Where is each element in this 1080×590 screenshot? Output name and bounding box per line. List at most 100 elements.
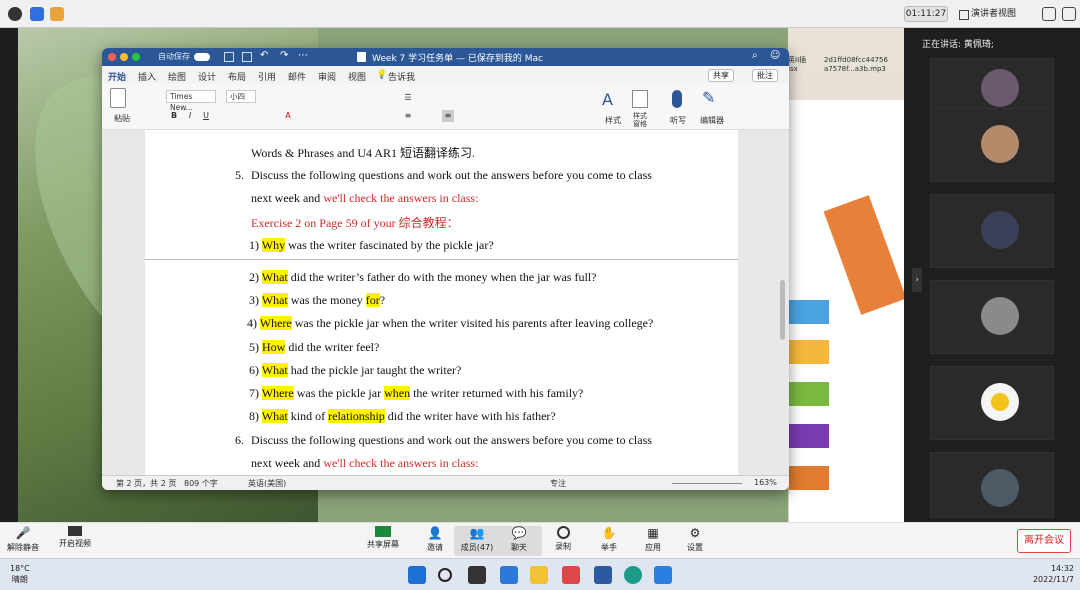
record-icon bbox=[556, 526, 570, 539]
record-button[interactable]: 录制 bbox=[540, 526, 586, 552]
account-icon[interactable]: ☺ bbox=[770, 50, 780, 61]
question-line: 6) What had the pickle jar taught the wr… bbox=[249, 363, 462, 377]
save-icon[interactable] bbox=[242, 52, 252, 62]
avatar bbox=[981, 69, 1019, 107]
italic-button[interactable]: I bbox=[184, 110, 196, 122]
text-line: Words & Phrases and U4 AR1 短语翻译练习. bbox=[251, 146, 476, 160]
microphone-icon[interactable] bbox=[672, 90, 682, 108]
font-size-box[interactable]: 小四 bbox=[226, 90, 256, 103]
font-color-button[interactable]: A bbox=[282, 110, 294, 122]
underline-button[interactable]: U bbox=[200, 110, 212, 122]
tab-mailings[interactable]: 邮件 bbox=[288, 70, 306, 83]
start-video-button[interactable]: 开启视频 bbox=[52, 526, 98, 549]
autosave-label[interactable]: 自动保存 bbox=[158, 51, 190, 62]
meeting-app-icon[interactable] bbox=[654, 566, 672, 584]
desktop-file-label-2[interactable]: 英II插 isx bbox=[788, 56, 818, 74]
meeting-top-bar: 01:11:27 演讲者视图 bbox=[0, 0, 1080, 28]
video-tile[interactable] bbox=[930, 108, 1054, 182]
weather-widget[interactable]: 18°C 晴朗 bbox=[10, 563, 30, 585]
video-tile[interactable] bbox=[930, 194, 1054, 268]
undo-icon[interactable]: ↶ bbox=[260, 50, 268, 61]
info-icon[interactable] bbox=[8, 7, 22, 21]
fullscreen-icon[interactable] bbox=[1042, 7, 1056, 21]
tab-layout[interactable]: 布局 bbox=[228, 70, 246, 83]
start-icon[interactable] bbox=[408, 566, 426, 584]
vertical-scrollbar[interactable] bbox=[780, 280, 785, 340]
video-tile[interactable] bbox=[930, 280, 1054, 354]
invite-button[interactable]: 👤 邀请 bbox=[412, 526, 458, 553]
meeting-toolbar: 🎤 解除静音 开启视频 共享屏幕 👤 邀请 👥 成员(47) 💬 聊天 录制 ✋ 举手 ▦… bbox=[0, 522, 1080, 558]
comments-button[interactable]: 批注 bbox=[752, 69, 778, 82]
home-icon[interactable] bbox=[224, 52, 234, 62]
mic-muted-icon: 🎤 bbox=[15, 526, 31, 540]
invite-icon: 👤 bbox=[427, 526, 443, 540]
store-icon[interactable] bbox=[500, 566, 518, 584]
tab-design[interactable]: 设计 bbox=[198, 70, 216, 83]
apps-icon: ▦ bbox=[647, 526, 659, 540]
app-icon[interactable] bbox=[562, 566, 580, 584]
maximize-window-icon[interactable] bbox=[132, 53, 140, 61]
powerpoint-window-behind bbox=[789, 100, 904, 522]
styles-label: 样式 bbox=[605, 116, 621, 125]
signal-icon[interactable] bbox=[50, 7, 64, 21]
list-number: 6. bbox=[235, 433, 244, 447]
shield-icon[interactable] bbox=[30, 7, 44, 21]
tab-home[interactable]: 开始 bbox=[108, 70, 126, 83]
exercise-line: Exercise 2 on Page 59 of your 综合教程： bbox=[251, 216, 459, 230]
bullets-icon[interactable]: ☰ bbox=[402, 92, 414, 104]
align-left-icon[interactable]: ≡ bbox=[402, 110, 414, 122]
settings-button[interactable]: ⚙ 设置 bbox=[672, 526, 718, 553]
app-icon-2[interactable] bbox=[594, 566, 612, 584]
share-screen-button[interactable]: 共享屏幕 bbox=[360, 526, 406, 550]
tab-insert[interactable]: 插入 bbox=[138, 70, 156, 83]
font-name-box[interactable]: Times New... bbox=[166, 90, 216, 112]
video-tile[interactable] bbox=[930, 452, 1054, 518]
tab-references[interactable]: 引用 bbox=[258, 70, 276, 83]
system-clock[interactable]: 14:32 2022/11/7 bbox=[1028, 563, 1074, 585]
folder-icon[interactable] bbox=[530, 566, 548, 584]
document-icon bbox=[357, 52, 366, 62]
justify-icon[interactable]: ≡ bbox=[442, 110, 454, 122]
more-icon[interactable]: ⋯ bbox=[298, 50, 308, 61]
unmute-button[interactable]: 🎤 解除静音 bbox=[0, 526, 46, 553]
close-window-icon[interactable] bbox=[108, 53, 116, 61]
status-language[interactable]: 英语(美国) bbox=[248, 478, 286, 489]
layout-icon[interactable] bbox=[1062, 7, 1076, 21]
styles-icon[interactable]: A bbox=[602, 90, 618, 109]
ribbon-home: 粘贴 Times New... 小四 B I U A ☰ ≡ ≡ A 样式 样式… bbox=[102, 84, 789, 130]
task-view-icon[interactable] bbox=[468, 566, 486, 584]
styles-pane-icon[interactable] bbox=[632, 90, 648, 108]
bold-button[interactable]: B bbox=[168, 110, 180, 122]
document-page[interactable]: Words & Phrases and U4 AR1 短语翻译练习. 5. Di… bbox=[145, 130, 738, 475]
status-word-count: 809 个字 bbox=[184, 479, 218, 488]
zoom-slider[interactable] bbox=[672, 483, 742, 484]
focus-button[interactable]: 专注 bbox=[550, 478, 566, 489]
video-tile[interactable] bbox=[930, 366, 1054, 440]
minimize-window-icon[interactable] bbox=[120, 53, 128, 61]
view-mode-button[interactable]: 演讲者视图 bbox=[957, 6, 1031, 22]
tell-me-search[interactable]: 告诉我 bbox=[388, 70, 415, 83]
editor-icon[interactable]: ✎ bbox=[702, 88, 715, 107]
members-button[interactable]: 👥 成员(47) bbox=[454, 526, 500, 556]
desktop-file-label[interactable]: 2d1ffd08fcc44756 a7578f...a3b.mp3 bbox=[824, 56, 904, 106]
redo-icon[interactable]: ↷ bbox=[280, 50, 288, 61]
leave-meeting-button[interactable]: 离开会议 bbox=[1017, 529, 1071, 553]
collapse-panel-button[interactable]: › bbox=[912, 268, 922, 292]
tab-draw[interactable]: 绘图 bbox=[168, 70, 186, 83]
text-line: Discuss the following questions and work… bbox=[251, 168, 652, 182]
question-line: 4) Where was the pickle jar when the wri… bbox=[247, 316, 654, 330]
tab-review[interactable]: 审阅 bbox=[318, 70, 336, 83]
avatar bbox=[981, 469, 1019, 507]
share-button[interactable]: 共享 bbox=[708, 69, 734, 82]
search-icon[interactable] bbox=[438, 568, 452, 582]
raise-hand-button[interactable]: ✋ 举手 bbox=[586, 526, 632, 553]
apps-button[interactable]: ▦ 应用 bbox=[630, 526, 676, 553]
question-line: 2) What did the writer’s father do with … bbox=[249, 270, 597, 284]
tab-view[interactable]: 视图 bbox=[348, 70, 366, 83]
chat-button[interactable]: 💬 聊天 bbox=[496, 526, 542, 556]
paste-icon[interactable] bbox=[110, 88, 126, 108]
autosave-toggle[interactable] bbox=[194, 53, 210, 61]
search-icon[interactable]: ⌕ bbox=[752, 50, 758, 61]
zoom-level[interactable]: 163% bbox=[754, 478, 777, 487]
edge-icon[interactable] bbox=[624, 566, 642, 584]
